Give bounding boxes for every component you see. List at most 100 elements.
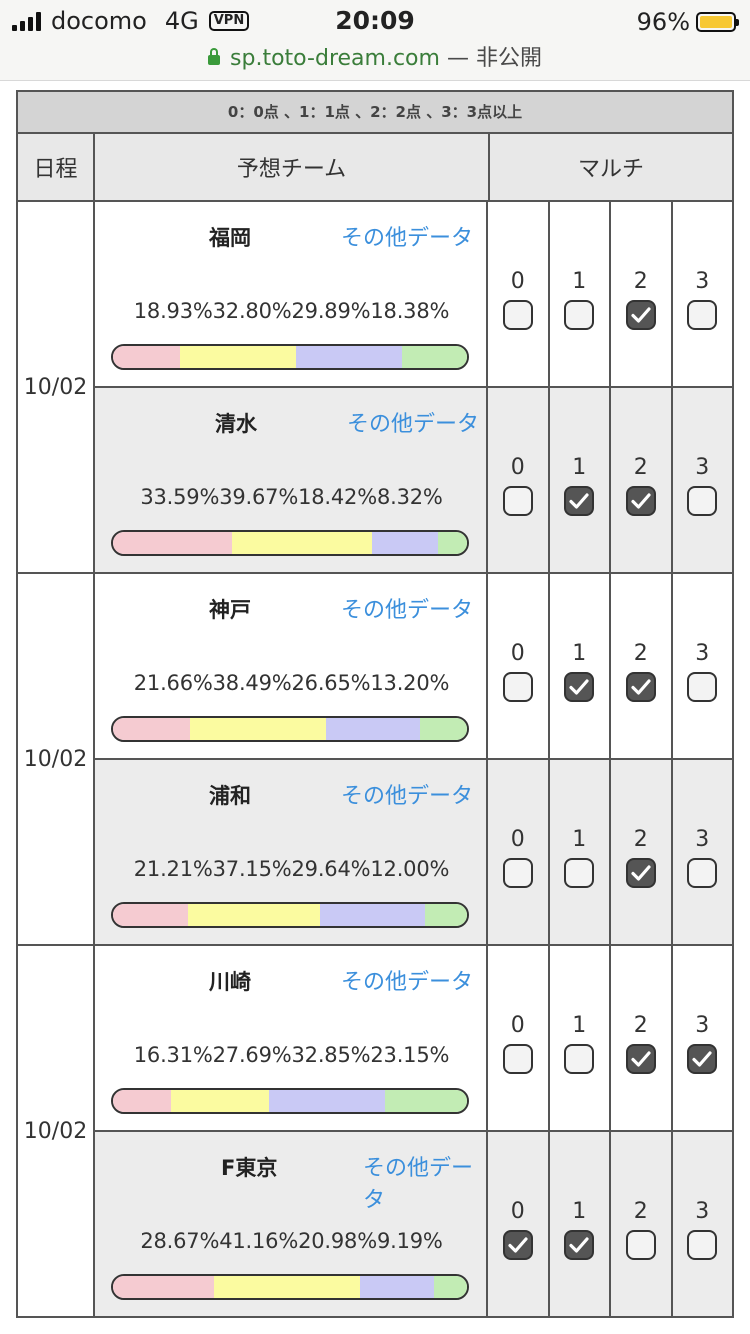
other-data-link[interactable]: その他データ [341, 964, 473, 996]
multi-selection: 0 1 2 3 [488, 760, 732, 944]
score-checkbox[interactable] [687, 485, 718, 516]
score-checkbox[interactable] [502, 857, 533, 888]
distribution-segment-0 [113, 904, 189, 926]
team-info: 福岡 その他データ 18.93%32.80%29.89%18.38% [95, 202, 488, 386]
distribution-segment-3 [385, 1090, 467, 1112]
team-info: F東京 その他データ 28.67%41.16%20.98%9.19% [95, 1132, 488, 1316]
other-data-link[interactable]: その他データ [341, 220, 473, 252]
score-percentage: 23.15% [370, 1043, 450, 1067]
score-percentage: 12.00% [370, 857, 450, 881]
score-checkbox[interactable] [625, 299, 656, 330]
lock-icon [208, 48, 221, 65]
multi-cell: 3 [670, 202, 733, 386]
multi-cell: 1 [547, 1132, 610, 1316]
score-checkbox[interactable] [625, 1229, 656, 1260]
table-header: 日程 予想チーム マルチ [18, 134, 732, 202]
header-date: 日程 [18, 134, 95, 200]
score-percentage: 21.21% [133, 857, 213, 881]
checkmark-icon [631, 678, 651, 695]
multi-score-label: 2 [633, 268, 648, 294]
score-percentages: 16.31%27.69%32.85%23.15% [95, 1043, 488, 1067]
team-name: 川崎 [209, 970, 251, 994]
team-row: 神戸 その他データ 21.66%38.49%26.65%13.20% 0 1 2 3 [95, 574, 732, 758]
score-percentage: 32.85% [291, 1043, 371, 1067]
score-checkbox[interactable] [502, 299, 533, 330]
team-info: 川崎 その他データ 16.31%27.69%32.85%23.15% [95, 946, 488, 1130]
prediction-table: 0：0点 、1：1点 、2：2点 、3：3点以上 日程 予想チーム マルチ 10… [16, 90, 734, 1318]
score-checkbox[interactable] [502, 1229, 533, 1260]
score-percentage: 37.15% [212, 857, 292, 881]
multi-score-label: 2 [633, 826, 648, 852]
multi-selection: 0 1 2 3 [488, 574, 732, 758]
score-checkbox[interactable] [687, 671, 718, 702]
score-percentage: 8.32% [376, 485, 443, 509]
score-percentage: 27.69% [212, 1043, 292, 1067]
multi-score-label: 3 [695, 454, 710, 480]
multi-score-label: 1 [572, 640, 587, 666]
score-percentage: 9.19% [376, 1229, 443, 1253]
multi-cell: 0 [488, 946, 548, 1130]
score-checkbox[interactable] [625, 671, 656, 702]
other-data-link[interactable]: その他データ [363, 1150, 486, 1214]
score-checkbox[interactable] [687, 1043, 718, 1074]
multi-cell: 1 [547, 946, 610, 1130]
team-name: 神戸 [209, 598, 251, 622]
score-checkbox[interactable] [687, 299, 718, 330]
team-row: 川崎 その他データ 16.31%27.69%32.85%23.15% 0 1 2 3 [95, 946, 732, 1130]
score-checkbox[interactable] [564, 1229, 595, 1260]
battery-icon [696, 12, 739, 32]
score-checkbox[interactable] [502, 671, 533, 702]
header-team: 予想チーム [95, 134, 490, 200]
score-checkbox[interactable] [625, 1043, 656, 1074]
multi-cell: 3 [670, 388, 733, 572]
multi-cell: 3 [670, 574, 733, 758]
score-checkbox[interactable] [564, 671, 595, 702]
distribution-segment-1 [231, 532, 373, 554]
battery-percent: 96% [636, 8, 690, 36]
team-info: 清水 その他データ 33.59%39.67%18.42%8.32% [95, 388, 488, 572]
distribution-segment-1 [189, 718, 326, 740]
checkmark-icon [631, 492, 651, 509]
other-data-link[interactable]: その他データ [341, 778, 473, 810]
team-info: 浦和 その他データ 21.21%37.15%29.64%12.00% [95, 760, 488, 944]
score-checkbox[interactable] [687, 1229, 718, 1260]
score-percentages: 28.67%41.16%20.98%9.19% [95, 1229, 488, 1253]
multi-score-label: 3 [695, 1198, 710, 1224]
distribution-segment-2 [319, 904, 425, 926]
multi-score-label: 1 [572, 826, 587, 852]
multi-score-label: 2 [633, 1012, 648, 1038]
other-data-link[interactable]: その他データ [341, 592, 473, 624]
score-checkbox[interactable] [687, 857, 718, 888]
score-percentage: 13.20% [370, 671, 450, 695]
score-checkbox[interactable] [625, 485, 656, 516]
distribution-bar [111, 1088, 469, 1114]
multi-cell: 2 [609, 574, 671, 758]
match-teams: 神戸 その他データ 21.66%38.49%26.65%13.20% 0 1 2 3 浦和 その… [95, 574, 732, 944]
distribution-segment-3 [437, 532, 467, 554]
distribution-segment-2 [360, 1276, 435, 1298]
score-checkbox[interactable] [502, 1043, 533, 1074]
score-checkbox[interactable] [564, 299, 595, 330]
score-checkbox[interactable] [564, 1043, 595, 1074]
multi-cell: 0 [488, 388, 548, 572]
score-percentage: 29.89% [291, 299, 371, 323]
checkmark-icon [569, 678, 589, 695]
score-checkbox[interactable] [502, 485, 533, 516]
distribution-segment-1 [170, 1090, 269, 1112]
multi-cell: 2 [609, 946, 671, 1130]
multi-cell: 2 [609, 760, 671, 944]
score-checkbox[interactable] [625, 857, 656, 888]
score-percentages: 21.66%38.49%26.65%13.20% [95, 671, 488, 695]
multi-score-label: 1 [572, 268, 587, 294]
distribution-segment-3 [424, 904, 467, 926]
other-data-link[interactable]: その他データ [347, 406, 479, 438]
score-percentage: 41.16% [219, 1229, 299, 1253]
multi-score-label: 2 [633, 1198, 648, 1224]
team-row: 浦和 その他データ 21.21%37.15%29.64%12.00% 0 1 2 3 [95, 758, 732, 944]
team-name: 浦和 [209, 784, 251, 808]
address-bar[interactable]: sp.toto-dream.com — 非公開 [0, 40, 750, 72]
score-checkbox[interactable] [564, 485, 595, 516]
distribution-bar [111, 716, 469, 742]
score-percentage: 26.65% [291, 671, 371, 695]
score-checkbox[interactable] [564, 857, 595, 888]
